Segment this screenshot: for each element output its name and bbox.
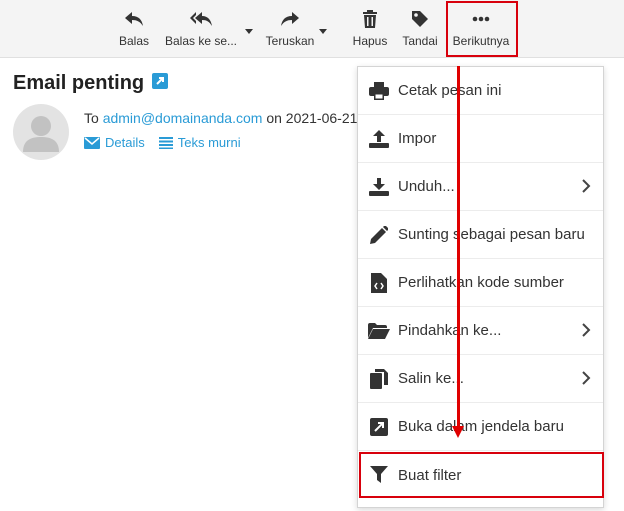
open-external-icon[interactable] xyxy=(152,72,169,95)
to-prefix: To xyxy=(84,110,99,126)
plain-text-link[interactable]: Teks murni xyxy=(158,135,241,150)
annotation-arrow-line xyxy=(457,66,460,432)
reply-all-icon xyxy=(189,8,213,30)
menu-item-open-new-window[interactable]: Buka dalam jendela baru xyxy=(358,403,603,451)
menu-item-label: Buat filter xyxy=(398,466,462,484)
details-label: Details xyxy=(105,135,145,150)
menu-item-edit-as-new[interactable]: Sunting sebagai pesan baru xyxy=(358,211,603,259)
reply-all-dropdown-icon[interactable] xyxy=(244,23,254,34)
reply-all-button[interactable]: Balas ke se... xyxy=(160,0,242,57)
reply-button[interactable]: Balas xyxy=(116,0,152,57)
delete-label: Hapus xyxy=(352,34,388,48)
tag-icon xyxy=(411,8,429,30)
menu-item-label: Salin ke... xyxy=(398,370,464,387)
forward-button[interactable]: Teruskan xyxy=(262,0,318,57)
filter-icon xyxy=(368,466,390,484)
menu-item-copy-to[interactable]: Salin ke... xyxy=(358,355,603,403)
chevron-right-icon xyxy=(581,179,591,197)
menu-item-label: Pindahkan ke... xyxy=(398,322,502,339)
more-button[interactable]: Berikutnya xyxy=(448,0,514,57)
upload-icon xyxy=(368,129,390,148)
more-dots-icon xyxy=(472,8,490,30)
menu-item-view-source[interactable]: Perlihatkan kode sumber xyxy=(358,259,603,307)
menu-item-label: Perlihatkan kode sumber xyxy=(398,274,564,291)
copy-icon xyxy=(368,368,390,389)
recipient-line: To admin@domainanda.com on 2021-06-21 xyxy=(84,110,357,126)
menu-item-label: Buka dalam jendela baru xyxy=(398,418,564,435)
more-label: Berikutnya xyxy=(452,34,510,48)
message-toolbar: Balas Balas ke se... Teruskan Hapus Tand… xyxy=(0,0,624,58)
mark-label: Tandai xyxy=(402,34,438,48)
message-date: on 2021-06-21 xyxy=(266,110,358,126)
lines-icon xyxy=(158,136,173,149)
menu-item-create-filter[interactable]: Buat filter xyxy=(358,451,603,499)
download-icon xyxy=(368,177,390,196)
sender-avatar xyxy=(13,104,69,160)
chevron-right-icon xyxy=(581,323,591,341)
delete-button[interactable]: Hapus xyxy=(350,0,390,57)
trash-icon xyxy=(362,8,378,30)
forward-dropdown-icon[interactable] xyxy=(318,23,328,34)
forward-icon xyxy=(280,8,300,30)
subject-text: Email penting xyxy=(13,72,145,94)
menu-item-download[interactable]: Unduh... xyxy=(358,163,603,211)
mark-button[interactable]: Tandai xyxy=(399,0,441,57)
forward-label: Teruskan xyxy=(265,34,315,48)
reply-label: Balas xyxy=(118,34,150,48)
printer-icon xyxy=(368,81,390,100)
external-window-icon xyxy=(368,417,390,436)
menu-item-print[interactable]: Cetak pesan ini xyxy=(358,67,603,115)
envelope-icon xyxy=(84,136,100,149)
menu-item-label: Cetak pesan ini xyxy=(398,82,502,99)
menu-item-label: Unduh... xyxy=(398,178,455,195)
menu-item-label: Impor xyxy=(398,130,437,147)
menu-item-label: Sunting sebagai pesan baru xyxy=(398,226,585,243)
more-menu: Cetak pesan ini Impor Unduh... Sunting s… xyxy=(357,66,604,508)
header-links: Details Teks murni xyxy=(84,135,241,150)
folder-open-icon xyxy=(368,322,390,339)
file-code-icon xyxy=(368,272,390,293)
person-icon xyxy=(23,116,59,152)
menu-item-import[interactable]: Impor xyxy=(358,115,603,163)
details-link[interactable]: Details xyxy=(84,135,145,150)
annotation-arrow-head xyxy=(452,426,464,438)
message-subject: Email penting xyxy=(13,72,169,95)
plain-text-label: Teks murni xyxy=(177,135,241,150)
recipient-email-link[interactable]: admin@domainanda.com xyxy=(103,110,263,126)
pencil-icon xyxy=(368,225,390,244)
menu-item-move-to[interactable]: Pindahkan ke... xyxy=(358,307,603,355)
reply-icon xyxy=(124,8,144,30)
reply-all-label: Balas ke se... xyxy=(164,34,238,48)
chevron-right-icon xyxy=(581,371,591,389)
